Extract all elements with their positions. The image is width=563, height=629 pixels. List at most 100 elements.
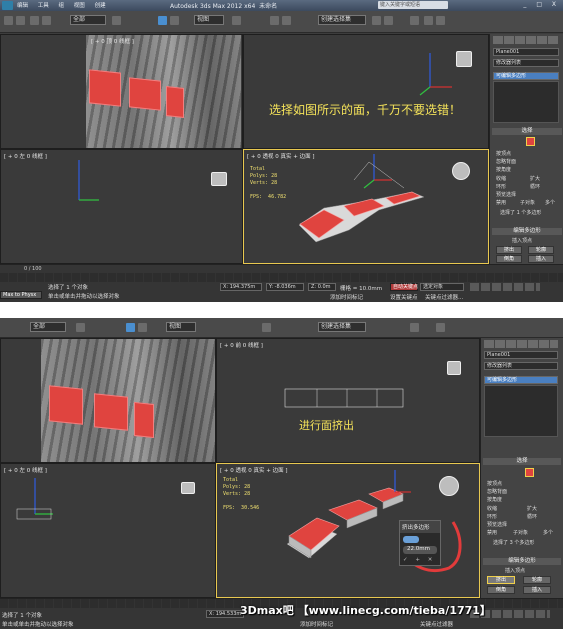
preview-subobject-radio[interactable]: 子对象 xyxy=(513,529,528,536)
polygon-mode-icon[interactable] xyxy=(525,468,534,477)
viewcube-icon[interactable] xyxy=(456,51,472,67)
material-editor-icon[interactable] xyxy=(410,16,419,25)
y-coordinate-field[interactable]: Y: -8.036m xyxy=(266,283,304,291)
render-icon[interactable] xyxy=(436,16,445,25)
shrink-button[interactable]: 收缩 xyxy=(496,175,506,182)
inset-button[interactable]: 插入 xyxy=(523,586,551,594)
modifier-stack-item[interactable]: 可编辑多边形 xyxy=(484,376,558,384)
selection-rollout-header[interactable]: 选择 xyxy=(483,458,561,465)
edit-polygons-rollout-header[interactable]: 编辑多边形 xyxy=(492,228,562,235)
align-icon[interactable] xyxy=(384,16,393,25)
by-vertex-checkbox[interactable]: 按顶点 xyxy=(496,150,511,157)
viewcube-icon[interactable] xyxy=(447,361,461,375)
viewcube-icon[interactable] xyxy=(181,482,195,494)
object-name-field[interactable]: Plane001 xyxy=(493,48,559,56)
preview-subobject-radio[interactable]: 子对象 xyxy=(520,199,535,206)
polygon-mode-icon[interactable] xyxy=(526,137,535,146)
ignore-backface-checkbox[interactable]: 忽略背面 xyxy=(496,158,516,165)
viewport-label[interactable]: [ + 0 顶 0 线框 ] xyxy=(91,37,134,45)
undo-icon[interactable] xyxy=(4,16,13,25)
snap-toggle-icon[interactable] xyxy=(270,16,279,25)
link-icon[interactable] xyxy=(30,16,39,25)
add-time-tag-button[interactable]: 添加时间标记 xyxy=(330,293,363,301)
menu-tools[interactable]: 工具 xyxy=(38,3,49,9)
extrude-height-spinner[interactable]: 22.0mm xyxy=(403,546,437,554)
playback-controls[interactable] xyxy=(470,283,540,291)
bevel-button[interactable]: 倒角 xyxy=(496,255,522,263)
max-to-physx-button[interactable]: Max to Physx xyxy=(0,291,42,299)
loop-button[interactable]: 循环 xyxy=(530,183,540,190)
ring-button[interactable]: 环形 xyxy=(487,513,497,520)
menu-views[interactable]: 视图 xyxy=(74,3,85,9)
material-editor-icon[interactable] xyxy=(410,323,419,332)
select-object-icon[interactable] xyxy=(76,323,85,332)
selected-face-2[interactable] xyxy=(129,77,161,111)
render-icon[interactable] xyxy=(436,323,445,332)
insert-vertex-button[interactable]: 插入顶点 xyxy=(505,567,525,574)
select-rotate-icon[interactable] xyxy=(138,323,147,332)
viewport-perspective[interactable]: [ + 0 透视 0 真实 + 边面 ] Total Polys: 28 Ver… xyxy=(243,149,489,264)
search-input[interactable]: 键入关键字或短语 xyxy=(378,1,448,9)
extruded-face-1[interactable] xyxy=(49,385,83,425)
reference-coord-dropdown[interactable]: 视图 xyxy=(194,15,224,25)
selection-filter-dropdown[interactable]: 全部 xyxy=(30,322,66,332)
redo-icon[interactable] xyxy=(16,16,25,25)
z-coordinate-field[interactable]: Z: 0.0m xyxy=(308,283,336,291)
by-angle-checkbox[interactable]: 按角度 xyxy=(496,166,511,173)
viewport-left[interactable]: [ + 0 左 0 线框 ] xyxy=(0,149,243,264)
loop-button[interactable]: 循环 xyxy=(527,513,537,520)
selected-face-3[interactable] xyxy=(166,86,184,118)
shrink-button[interactable]: 收缩 xyxy=(487,505,497,512)
key-mode-dropdown[interactable]: 选定对象 xyxy=(420,283,464,291)
by-angle-checkbox[interactable]: 按角度 xyxy=(487,496,502,503)
set-key-button[interactable]: 设置关键点 xyxy=(390,293,418,301)
extruded-face-3[interactable] xyxy=(134,401,154,439)
extrude-button[interactable]: 挤出 xyxy=(487,576,515,584)
edit-polygons-rollout-header[interactable]: 编辑多边形 xyxy=(483,558,561,565)
viewport-perspective[interactable]: [ + 0 透视 0 真实 + 边面 ] Total Polys: 28 Ver… xyxy=(216,463,480,598)
outline-button[interactable]: 轮廓 xyxy=(523,576,551,584)
snap-toggle-icon[interactable] xyxy=(262,323,271,332)
modifier-list-dropdown[interactable]: 修改器列表 xyxy=(493,59,559,67)
frame-counter[interactable]: 0 / 100 xyxy=(24,266,42,272)
pivot-icon[interactable] xyxy=(232,16,241,25)
modifier-stack-item[interactable]: 可编辑多边形 xyxy=(493,72,559,80)
viewport-top[interactable] xyxy=(0,338,216,463)
x-coordinate-field[interactable]: X: 194.533m xyxy=(206,610,244,618)
unlink-icon[interactable] xyxy=(42,16,51,25)
caddy-confirm-icons[interactable]: ✓ + ✕ xyxy=(403,557,437,563)
extrude-type-icon[interactable] xyxy=(403,536,419,543)
selection-filter-dropdown[interactable]: 全部 xyxy=(70,15,106,25)
bevel-button[interactable]: 倒角 xyxy=(487,586,515,594)
extruded-face-2[interactable] xyxy=(94,393,128,431)
viewport-top[interactable]: [ + 0 顶 0 线框 ] xyxy=(0,34,243,149)
select-object-icon[interactable] xyxy=(112,16,121,25)
angle-snap-icon[interactable] xyxy=(282,16,291,25)
select-rotate-icon[interactable] xyxy=(170,16,179,25)
grow-button[interactable]: 扩大 xyxy=(530,175,540,182)
extrude-caddy[interactable]: 挤出多边形 22.0mm ✓ + ✕ xyxy=(399,520,441,566)
object-name-field[interactable]: Plane001 xyxy=(484,351,558,359)
insert-vertex-button[interactable]: 插入顶点 xyxy=(512,237,532,244)
key-filters-button[interactable]: 关键点过滤器... xyxy=(425,293,463,301)
named-selection-set-dropdown[interactable]: 创建选择集 xyxy=(318,322,366,332)
select-and-move-icon[interactable] xyxy=(158,16,167,25)
preview-disable-radio[interactable]: 禁用 xyxy=(496,199,506,206)
panel-tabs[interactable] xyxy=(484,340,558,348)
select-and-move-icon[interactable] xyxy=(126,323,135,332)
x-coordinate-field[interactable]: X: 194.375m xyxy=(220,283,262,291)
ring-button[interactable]: 环形 xyxy=(496,183,506,190)
outline-button[interactable]: 轮廓 xyxy=(528,246,554,254)
auto-key-button[interactable]: 自动关键点 xyxy=(390,283,418,291)
selection-rollout-header[interactable]: 选择 xyxy=(492,128,562,135)
viewcube-icon[interactable] xyxy=(211,172,227,186)
preview-multi-radio[interactable]: 多个 xyxy=(545,199,555,206)
inset-button[interactable]: 插入 xyxy=(528,255,554,263)
viewport-front[interactable]: [ + 0 前 0 线框 ] 进行面挤出 xyxy=(216,338,480,463)
app-logo-icon[interactable] xyxy=(2,1,13,10)
menu-group[interactable]: 组 xyxy=(59,3,65,9)
menu-edit[interactable]: 编辑 xyxy=(17,3,28,9)
add-time-tag-button[interactable]: 添加时间标记 xyxy=(300,620,333,628)
extrude-button[interactable]: 挤出 xyxy=(496,246,522,254)
panel-tabs[interactable] xyxy=(493,36,559,44)
